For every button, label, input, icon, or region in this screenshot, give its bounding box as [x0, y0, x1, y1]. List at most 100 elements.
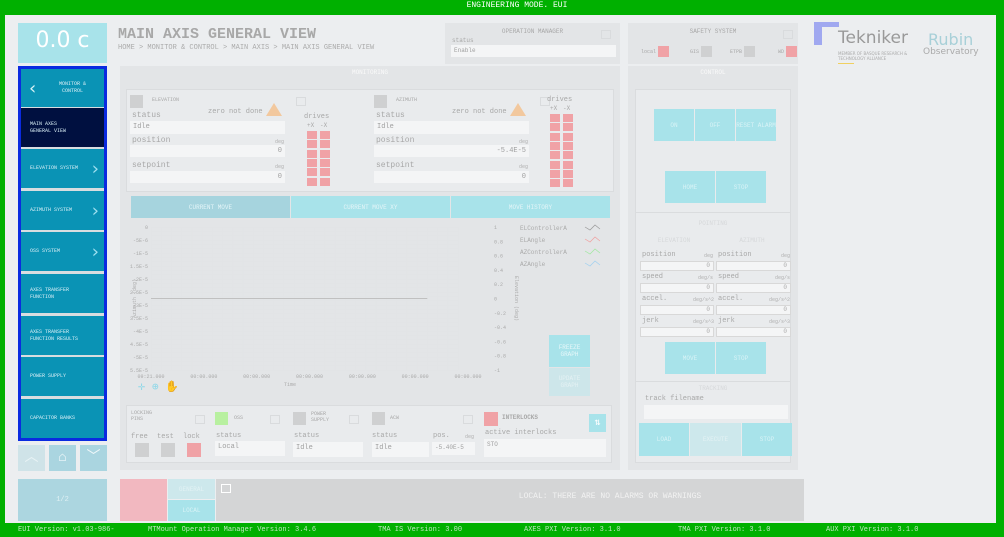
- y2-tick-label: 0.4: [494, 268, 503, 274]
- y2-tick-label: -0.4: [494, 325, 506, 331]
- oss-indicator: [215, 412, 228, 425]
- y-axis-label: Azimuth (deg): [132, 279, 138, 318]
- legend-swatch: [584, 224, 601, 231]
- nav-down-button[interactable]: ﹀: [80, 445, 107, 471]
- move-stop-button[interactable]: STOP: [716, 342, 766, 374]
- nav-up-button[interactable]: ︿: [18, 445, 45, 471]
- az-jerk-input[interactable]: 0: [716, 327, 791, 337]
- tab-current-move-xy[interactable]: CURRENT MOVE XY: [291, 196, 450, 218]
- sidebar-item-azimuth-system[interactable]: AZIMUTH SYSTEM ›: [21, 191, 104, 230]
- local-alarms-tab[interactable]: LOCAL: [168, 500, 215, 521]
- el-position-input[interactable]: 0: [640, 261, 714, 271]
- freeze-graph-button[interactable]: FREEZE GRAPH: [549, 335, 590, 367]
- track-stop-button[interactable]: STOP: [742, 423, 792, 456]
- drive-indicator: [550, 151, 560, 160]
- y-tick-label: -4.5E-5: [130, 342, 148, 348]
- y2-axis-label: Elevation (deg): [513, 276, 519, 321]
- select-icon[interactable]: [783, 30, 793, 39]
- sidebar-item-elevation-system[interactable]: ELEVATION SYSTEM ›: [21, 149, 104, 188]
- version-label: MTMount Operation Manager Version: 3.4.6: [148, 526, 317, 534]
- safety-wd-indicator: [786, 46, 797, 57]
- version-label: TMA IS Version: 3.00: [378, 526, 463, 534]
- y-tick-label: -1.5E-5: [130, 264, 148, 270]
- sidebar-item-axes-transfer-function-results[interactable]: AXES TRANSFER FUNCTION RESULTS: [21, 316, 104, 355]
- az-accel-input[interactable]: 0: [716, 305, 791, 315]
- legend-label: ELControllerA: [520, 225, 567, 232]
- y-tick-label: -5E-5: [133, 355, 148, 361]
- x-tick-label: 00:00.000: [402, 374, 429, 380]
- tab-current-move[interactable]: CURRENT MOVE: [131, 196, 290, 218]
- drive-indicator: [320, 140, 330, 149]
- safety-local-label: local: [640, 49, 656, 55]
- on-button[interactable]: ON: [654, 109, 694, 141]
- drive-indicator: [563, 179, 573, 188]
- general-alarms-tab[interactable]: GENERAL: [168, 479, 215, 499]
- y-tick-label: -1E-5: [133, 251, 148, 257]
- sidebar-back-monitor-control[interactable]: ‹ MONITOR & CONTROL: [21, 69, 104, 107]
- legend-swatch: [584, 236, 601, 243]
- legend-swatch: [584, 260, 601, 267]
- version-label: AXES PXI Version: 3.1.0: [524, 526, 621, 534]
- nav-home-button[interactable]: ⌂: [49, 445, 76, 471]
- page-indicator-button[interactable]: 1/2: [18, 479, 107, 521]
- chevron-left-icon: ‹: [29, 77, 37, 99]
- sidebar-item-power-supply[interactable]: POWER SUPPLY: [21, 357, 104, 396]
- move-chart: 0-5E-6-1E-5-1.5E-5-2E-5-2.5E-5-3E-5-3.5E…: [130, 224, 601, 394]
- safety-etpb-indicator: [744, 46, 755, 57]
- zoom-icon: ⊕: [152, 382, 159, 394]
- control-title: CONTROL: [700, 69, 726, 76]
- move-button[interactable]: MOVE: [665, 342, 715, 374]
- update-graph-button[interactable]: UPDATE GRAPH: [549, 368, 590, 396]
- load-button[interactable]: LOAD: [639, 423, 689, 456]
- select-icon[interactable]: [195, 415, 205, 424]
- select-icon[interactable]: [270, 415, 280, 424]
- swap-arrows-icon[interactable]: ⇅: [589, 414, 606, 432]
- mode-banner: ENGINEERING MODE. EUI: [466, 1, 568, 10]
- y-tick-label: 0: [145, 225, 148, 231]
- drive-indicator: [320, 177, 330, 186]
- x-tick-label: 00:00.000: [296, 374, 323, 380]
- az-speed-input[interactable]: 0: [716, 283, 791, 293]
- x-tick-label: 00:00.000: [349, 374, 376, 380]
- interlocks-indicator: [484, 412, 498, 426]
- select-icon[interactable]: [463, 415, 473, 424]
- reset-alarm-button[interactable]: RESET ALARM: [736, 109, 776, 141]
- sidebar-item-main-axes-general-view[interactable]: MAIN AXES GENERAL VIEW: [21, 108, 104, 147]
- stop-button[interactable]: STOP: [716, 171, 766, 203]
- drive-indicator: [307, 168, 317, 177]
- power-supply-status-field: Idle: [293, 442, 363, 457]
- el-speed-input[interactable]: 0: [640, 283, 714, 293]
- version-label: TMA PXI Version: 3.1.0: [678, 526, 771, 534]
- drive-indicator: [320, 131, 330, 139]
- drive-indicator: [307, 140, 317, 149]
- om-status-field: Enable: [451, 45, 616, 57]
- elevation-warning-text: zero not done: [208, 108, 263, 116]
- sidebar-item-axes-transfer-function[interactable]: AXES TRANSFER FUNCTION: [21, 274, 104, 313]
- track-filename-input[interactable]: [644, 405, 788, 419]
- el-accel-input[interactable]: 0: [640, 305, 714, 315]
- tab-move-history[interactable]: MOVE HISTORY: [451, 196, 610, 218]
- elevation-status-field: Idle: [130, 121, 285, 134]
- execute-button[interactable]: EXECUTE: [690, 423, 741, 456]
- drive-indicator: [550, 169, 560, 178]
- off-button[interactable]: OFF: [695, 109, 735, 141]
- y-tick-label: -4E-5: [133, 329, 148, 335]
- drive-indicator: [320, 158, 330, 167]
- select-icon[interactable]: [296, 97, 306, 106]
- select-icon[interactable]: [601, 30, 611, 39]
- pointing-title: POINTING: [698, 220, 728, 227]
- y2-tick-label: -0.8: [494, 354, 506, 360]
- sidebar-item-capacitor-banks[interactable]: CAPACITOR BANKS: [21, 399, 104, 438]
- az-position-input[interactable]: 0: [716, 261, 791, 271]
- select-icon[interactable]: [349, 415, 359, 424]
- home-button[interactable]: HOME: [665, 171, 715, 203]
- y-tick-label: -5E-6: [133, 238, 148, 244]
- pointing-el-title: ELEVATION: [657, 237, 691, 244]
- sidebar-item-oss-system[interactable]: OSS SYSTEM ›: [21, 232, 104, 271]
- drive-indicator: [320, 149, 330, 158]
- chevron-right-icon: ›: [91, 158, 99, 179]
- y2-tick-label: -0.2: [494, 311, 506, 317]
- safety-local-indicator: [658, 46, 669, 57]
- el-jerk-input[interactable]: 0: [640, 327, 714, 337]
- y2-tick-label: 0.8: [494, 239, 503, 245]
